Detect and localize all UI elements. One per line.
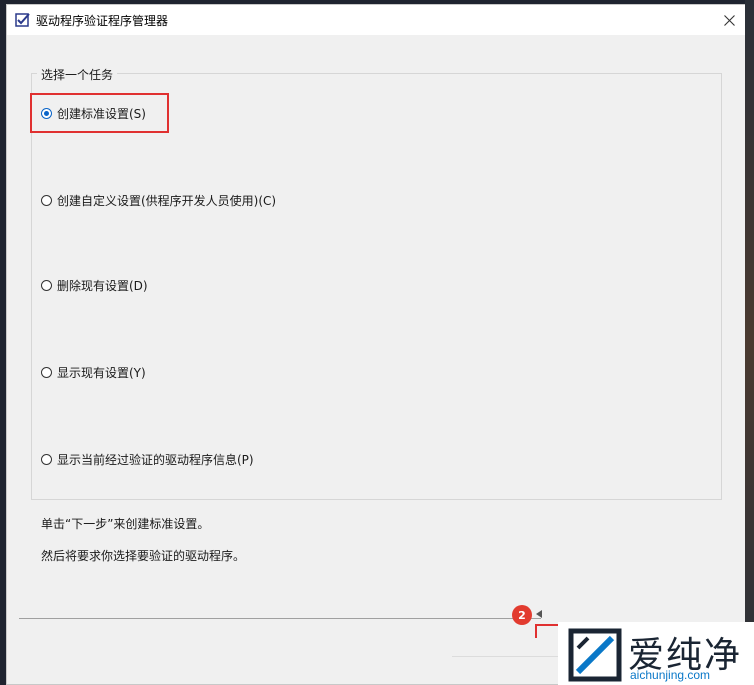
watermark-url-text: aichunjing.com [630, 668, 711, 682]
radio-create-custom[interactable]: 创建自定义设置(供程序开发人员使用)(C) [41, 192, 276, 209]
radio-indicator[interactable] [41, 108, 52, 119]
radio-delete-existing[interactable]: 删除现有设置(D) [41, 277, 148, 294]
radio-display-existing[interactable]: 显示现有设置(Y) [41, 364, 146, 381]
radio-indicator[interactable] [41, 280, 52, 291]
description-line-2: 然后将要求你选择要验证的驱动程序。 [41, 549, 246, 563]
radio-display-verified-info[interactable]: 显示当前经过验证的驱动程序信息(P) [41, 451, 254, 468]
radio-indicator[interactable] [41, 454, 52, 465]
pointer-arrow-icon [536, 610, 542, 618]
step-badge: 2 [512, 605, 532, 625]
radio-label: 删除现有设置(D) [57, 279, 148, 293]
window-title: 驱动程序验证程序管理器 [36, 14, 169, 28]
radio-indicator[interactable] [41, 195, 52, 206]
description-line-1: 单击“下一步”来创建标准设置。 [41, 517, 210, 531]
bottom-divider [452, 656, 562, 657]
app-checklist-icon [15, 13, 30, 27]
watermark-logo-icon [568, 628, 622, 682]
title-bar: 驱动程序验证程序管理器 [7, 5, 749, 35]
close-icon [723, 14, 735, 26]
desktop-background-strip [745, 0, 754, 685]
radio-label: 创建自定义设置(供程序开发人员使用)(C) [57, 194, 277, 208]
radio-create-standard[interactable]: 创建标准设置(S) [41, 105, 146, 122]
driver-verifier-window: 驱动程序验证程序管理器 选择一个任务 创建标准设置(S) 创建自定义设置(供程序… [6, 4, 750, 685]
radio-indicator[interactable] [41, 367, 52, 378]
separator [19, 618, 541, 619]
watermark: 爱纯净 aichunjing.com [558, 622, 754, 685]
radio-label: 创建标准设置(S) [57, 107, 146, 121]
radio-label: 显示当前经过验证的驱动程序信息(P) [57, 453, 254, 467]
close-button[interactable] [709, 5, 749, 35]
group-legend: 选择一个任务 [37, 66, 118, 83]
radio-label: 显示现有设置(Y) [57, 366, 146, 380]
